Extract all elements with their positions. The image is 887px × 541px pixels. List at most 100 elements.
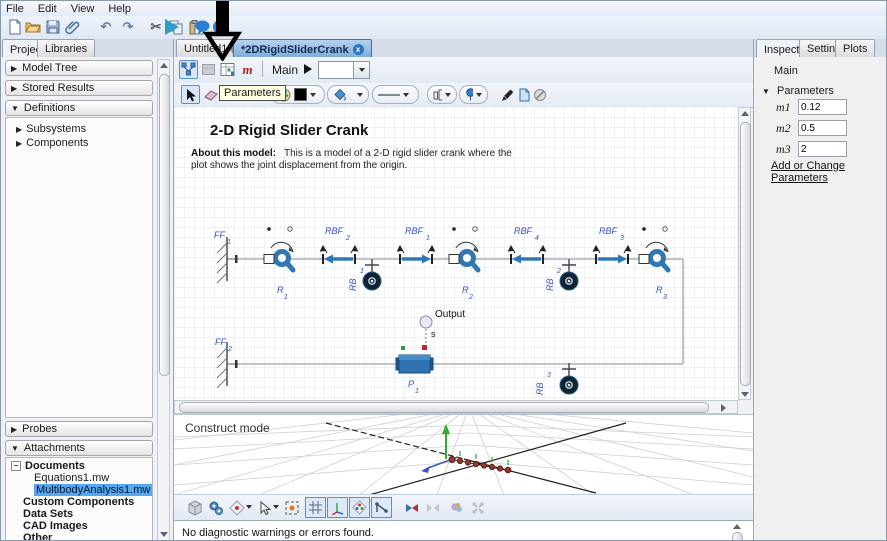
cursor-icon [258,501,272,515]
chevron-down-icon[interactable]: ▼ [762,87,770,96]
model-canvas-area[interactable]: 2-D Rigid Slider Crank About this model:… [174,107,738,400]
tree-item-equations1[interactable]: Equations1.mw [34,472,109,484]
tab-2drigidslidercrank[interactable]: *2DRigidSliderCrank x [233,39,372,58]
tab-libraries[interactable]: Libraries [37,39,95,57]
chevron-down-icon[interactable] [273,505,279,509]
3d-pointer-button[interactable] [254,497,275,518]
attach-camera-button[interactable] [401,497,422,518]
scroll-right-icon[interactable] [721,404,726,412]
align-group[interactable] [427,85,457,104]
about-label: About this model: [191,148,276,159]
parameters-button[interactable] [218,60,237,79]
model-title: 2-D Rigid Slider Crank [210,122,369,139]
param-m2-input[interactable] [798,120,847,136]
panel-model-tree[interactable]: ▶Model Tree [5,60,153,76]
pen-icon [501,88,515,102]
collapse-icon[interactable]: − [11,461,21,471]
3d-view[interactable]: Construct mode [174,414,753,495]
port-green [401,346,405,350]
tree-item-other[interactable]: Other [23,532,52,541]
scroll-up-icon[interactable] [160,63,168,68]
line-style-group[interactable] [372,85,419,104]
eraser-tool-button[interactable] [201,85,220,104]
pin-group[interactable] [459,85,488,104]
sidebar-item-components[interactable]: ▶Components [16,137,89,149]
tree-item-cad-images[interactable]: CAD Images [23,520,88,532]
menu-file[interactable]: File [6,3,24,15]
panel-definitions[interactable]: ▼Definitions [5,100,153,116]
equations-button[interactable]: m [238,60,257,79]
zoom-combobox-input[interactable] [318,61,357,79]
sidebar-item-subsystems[interactable]: ▶Subsystems [16,123,86,135]
chevron-down-icon[interactable] [310,93,316,97]
model-diagram[interactable]: 2-D Rigid Slider Crank About this model:… [174,107,738,400]
svg-text:RBF: RBF [514,226,533,236]
disable-tool-button[interactable] [530,85,549,104]
sidebar-scroll-thumb[interactable] [159,74,170,376]
chevron-down-icon[interactable] [445,93,451,97]
tree-item-custom-components[interactable]: Custom Components [23,496,134,508]
components-label: Components [26,137,88,149]
paint-bucket-icon [333,88,346,102]
3d-settings-button[interactable] [205,497,226,518]
canvas-hscroll-thumb[interactable] [179,402,709,413]
panel-attachments[interactable]: ▼ Attachments [5,440,153,456]
camera-view-button[interactable] [226,497,247,518]
3d-box-view-button[interactable] [184,497,205,518]
canvas-vertical-scrollbar[interactable] [738,107,751,400]
panel-stored-results[interactable]: ▶Stored Results [5,80,153,96]
selection-frame-button[interactable] [281,497,302,518]
add-change-parameters-link[interactable]: Add or Change Parameters [771,160,887,184]
chevron-down-icon[interactable] [403,93,409,97]
status-scrollbar[interactable] [731,522,744,541]
svg-text:2: 2 [345,235,350,242]
tree-item-multibodyanalysis1[interactable]: MultibodyAnalysis1.mw [34,484,152,496]
zoom-combobox-dropdown[interactable] [353,61,370,79]
fill-color-group[interactable] [327,85,369,104]
menu-view[interactable]: View [71,3,95,15]
toggle-com-button[interactable] [349,497,370,518]
chevron-down-icon[interactable] [476,93,482,97]
tab-plots[interactable]: Plots [835,39,875,57]
toggle-joints-button[interactable] [371,497,392,518]
canvas-horizontal-scrollbar[interactable] [174,400,738,414]
redo-button[interactable]: ↷ [119,18,137,36]
svg-text:RB: RB [348,278,358,291]
breadcrumb[interactable]: Main [272,63,298,77]
chevron-down-icon: ▼ [11,444,19,453]
open-button[interactable] [24,18,42,36]
tree-item-data-sets[interactable]: Data Sets [23,508,73,520]
tab-2drigidslidercrank-close-icon[interactable]: x [353,44,364,55]
chevron-down-icon[interactable] [246,505,252,509]
new-document-button[interactable] [6,18,24,36]
status-bar: No diagnostic warnings or errors found. [174,520,753,541]
run-icon[interactable] [165,19,179,35]
undo-button[interactable]: ↶ [97,18,115,36]
document-icon [517,88,531,102]
scroll-up-icon[interactable] [733,524,741,529]
chevron-down-icon[interactable] [357,93,363,97]
menu-help[interactable]: Help [108,3,131,15]
scroll-down-icon[interactable] [741,392,749,397]
toggle-axes-button[interactable] [327,497,348,518]
attach-file-button[interactable] [64,18,82,36]
scroll-down-icon[interactable] [160,532,168,537]
panel-attachments-label: Attachments [24,442,85,454]
subsystem-name: Main [774,65,798,77]
param-m3-input[interactable] [798,141,847,157]
save-button[interactable] [44,18,62,36]
menu-edit[interactable]: Edit [38,3,57,15]
panel-probes[interactable]: ▶Probes [5,421,153,437]
pointer-tool-button[interactable] [181,85,200,104]
sidebar-scrollbar[interactable] [157,59,170,541]
status-scroll-thumb[interactable] [732,532,743,541]
parameters-section-label: Parameters [777,85,834,97]
toggle-grid-button[interactable] [305,497,326,518]
main-toolbar: ↶ ↷ ✂ ? [1,16,887,40]
param-m1-input[interactable] [798,99,847,115]
diagram-view-button[interactable] [179,60,198,79]
tree-item-documents[interactable]: −Documents [11,460,85,472]
chevron-down-icon: ▼ [11,104,19,113]
canvas-vscroll-thumb[interactable] [740,122,751,386]
scroll-up-icon[interactable] [741,111,749,116]
